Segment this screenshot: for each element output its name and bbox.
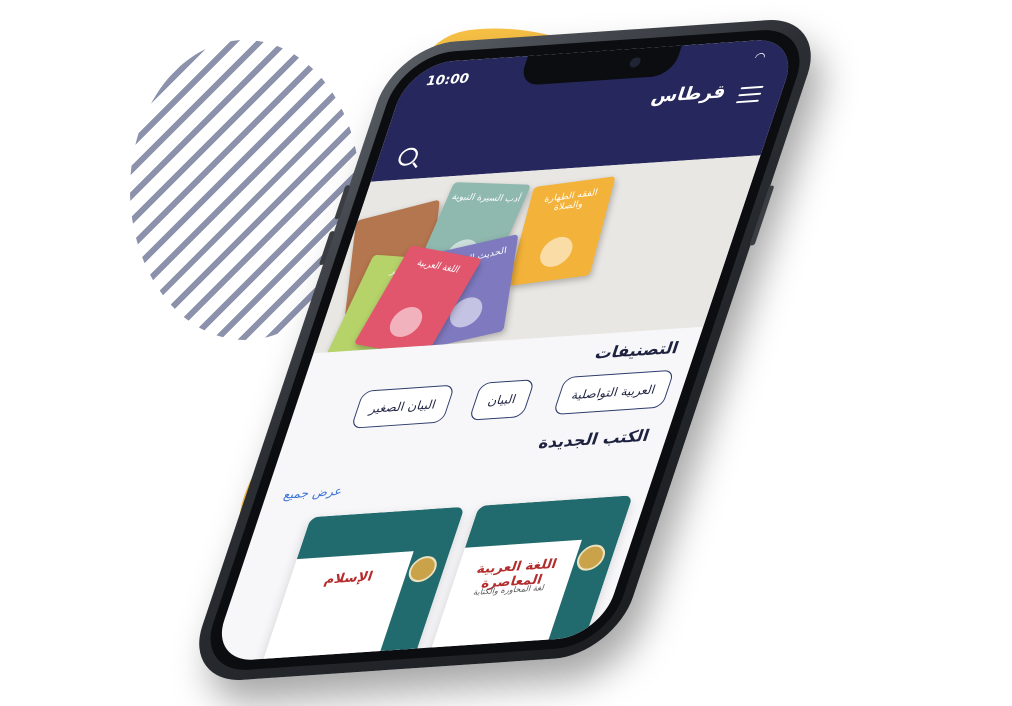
category-chip[interactable]: العربية التواصلية <box>552 369 675 416</box>
new-books-title: الكتب الجديدة <box>536 425 653 453</box>
app-title: قرطاس <box>648 81 730 108</box>
featured-banner[interactable]: أدب السيرة النبوية الفقه الطهارة والصلاة… <box>313 155 761 354</box>
categories-title: التصنيفات <box>592 338 682 363</box>
book-title: الإسلام <box>322 569 375 588</box>
wifi-icon: ◠ <box>752 49 768 65</box>
category-chip[interactable]: البيان الصغير <box>350 384 456 429</box>
status-time: 10:00 <box>423 71 472 90</box>
front-camera <box>628 56 642 68</box>
new-book-card[interactable]: الإسلام <box>240 506 465 663</box>
view-all-link[interactable]: عرض جميع <box>282 484 345 502</box>
search-icon[interactable] <box>395 147 421 167</box>
menu-icon[interactable] <box>734 81 765 108</box>
category-chip[interactable]: البيان <box>468 379 536 421</box>
